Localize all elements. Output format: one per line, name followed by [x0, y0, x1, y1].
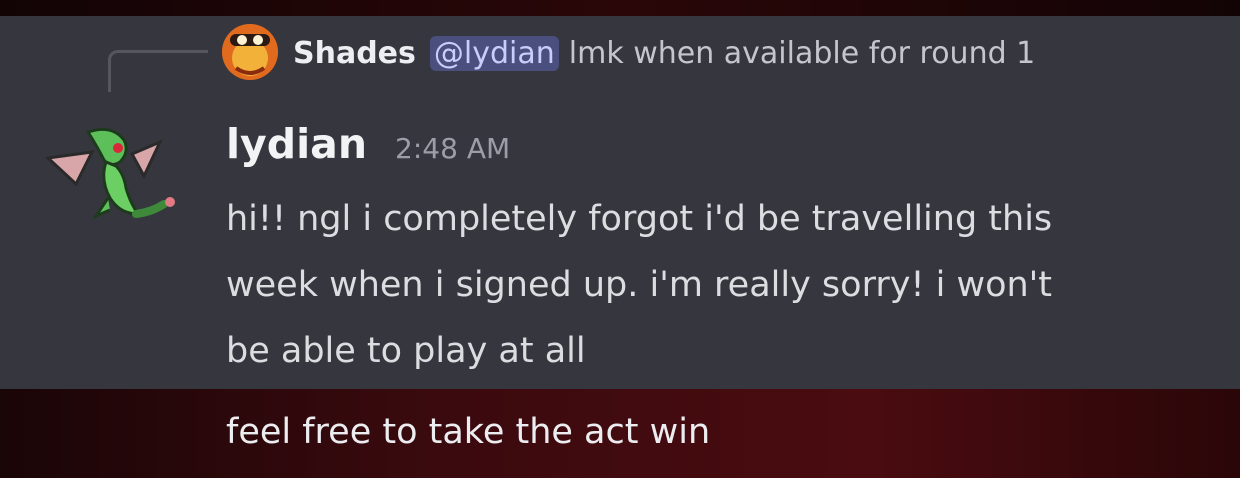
- reply-author-name[interactable]: Shades: [293, 36, 416, 71]
- message-author-name[interactable]: lydian: [226, 120, 367, 168]
- message-header: lydian 2:48 AM: [226, 120, 510, 180]
- message-timestamp[interactable]: 2:48 AM: [395, 132, 510, 165]
- top-strip: [0, 0, 1240, 16]
- reply-preview[interactable]: Shades @lydian lmk when available for ro…: [293, 28, 1035, 78]
- reply-preview-text: lmk when available for round 1: [568, 35, 1036, 71]
- message-body: hi!! ngl i completely forgot i'd be trav…: [226, 186, 1226, 384]
- user-mention[interactable]: @lydian: [429, 35, 559, 71]
- message-line: hi!! ngl i completely forgot i'd be trav…: [226, 199, 1053, 239]
- reply-author-avatar[interactable]: [222, 24, 278, 80]
- message-line: be able to play at all: [226, 331, 586, 371]
- message-line: week when i signed up. i'm really sorry!…: [226, 265, 1053, 305]
- reply-connector-line: [108, 50, 208, 92]
- flygon-avatar-image: [44, 127, 175, 220]
- message-author-avatar[interactable]: [40, 118, 186, 238]
- followup-message-text: feel free to take the act win: [226, 412, 711, 452]
- reply-avatar-image: [222, 24, 278, 80]
